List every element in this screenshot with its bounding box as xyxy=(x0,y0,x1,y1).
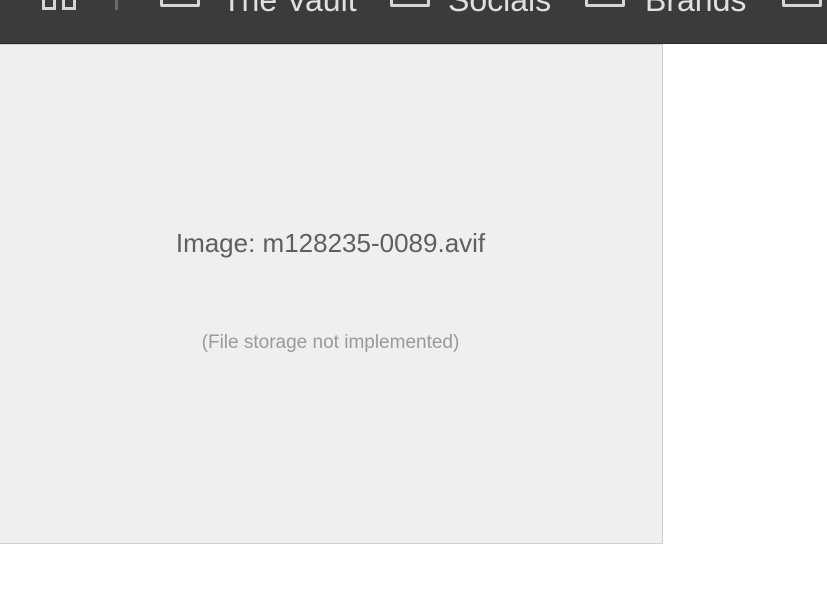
file-name-label: Image: m128235-0089.avif xyxy=(175,228,486,258)
toolbar-item-socials[interactable]: Socials xyxy=(448,0,551,16)
toolbar-divider xyxy=(115,0,118,10)
image-viewer-panel: Image: m128235-0089.avif (File storage n… xyxy=(0,44,663,544)
top-toolbar: The Vault Socials Brands xyxy=(0,0,827,44)
storage-note: (File storage not implemented) xyxy=(201,332,460,353)
folder-icon[interactable] xyxy=(160,0,200,7)
grid-view-icon[interactable] xyxy=(42,0,78,10)
folder-icon[interactable] xyxy=(390,0,430,7)
folder-icon[interactable] xyxy=(585,0,625,7)
folder-icon[interactable] xyxy=(782,0,822,7)
toolbar-item-brands[interactable]: Brands xyxy=(645,0,746,16)
toolbar-item-the-vault[interactable]: The Vault xyxy=(222,0,357,16)
